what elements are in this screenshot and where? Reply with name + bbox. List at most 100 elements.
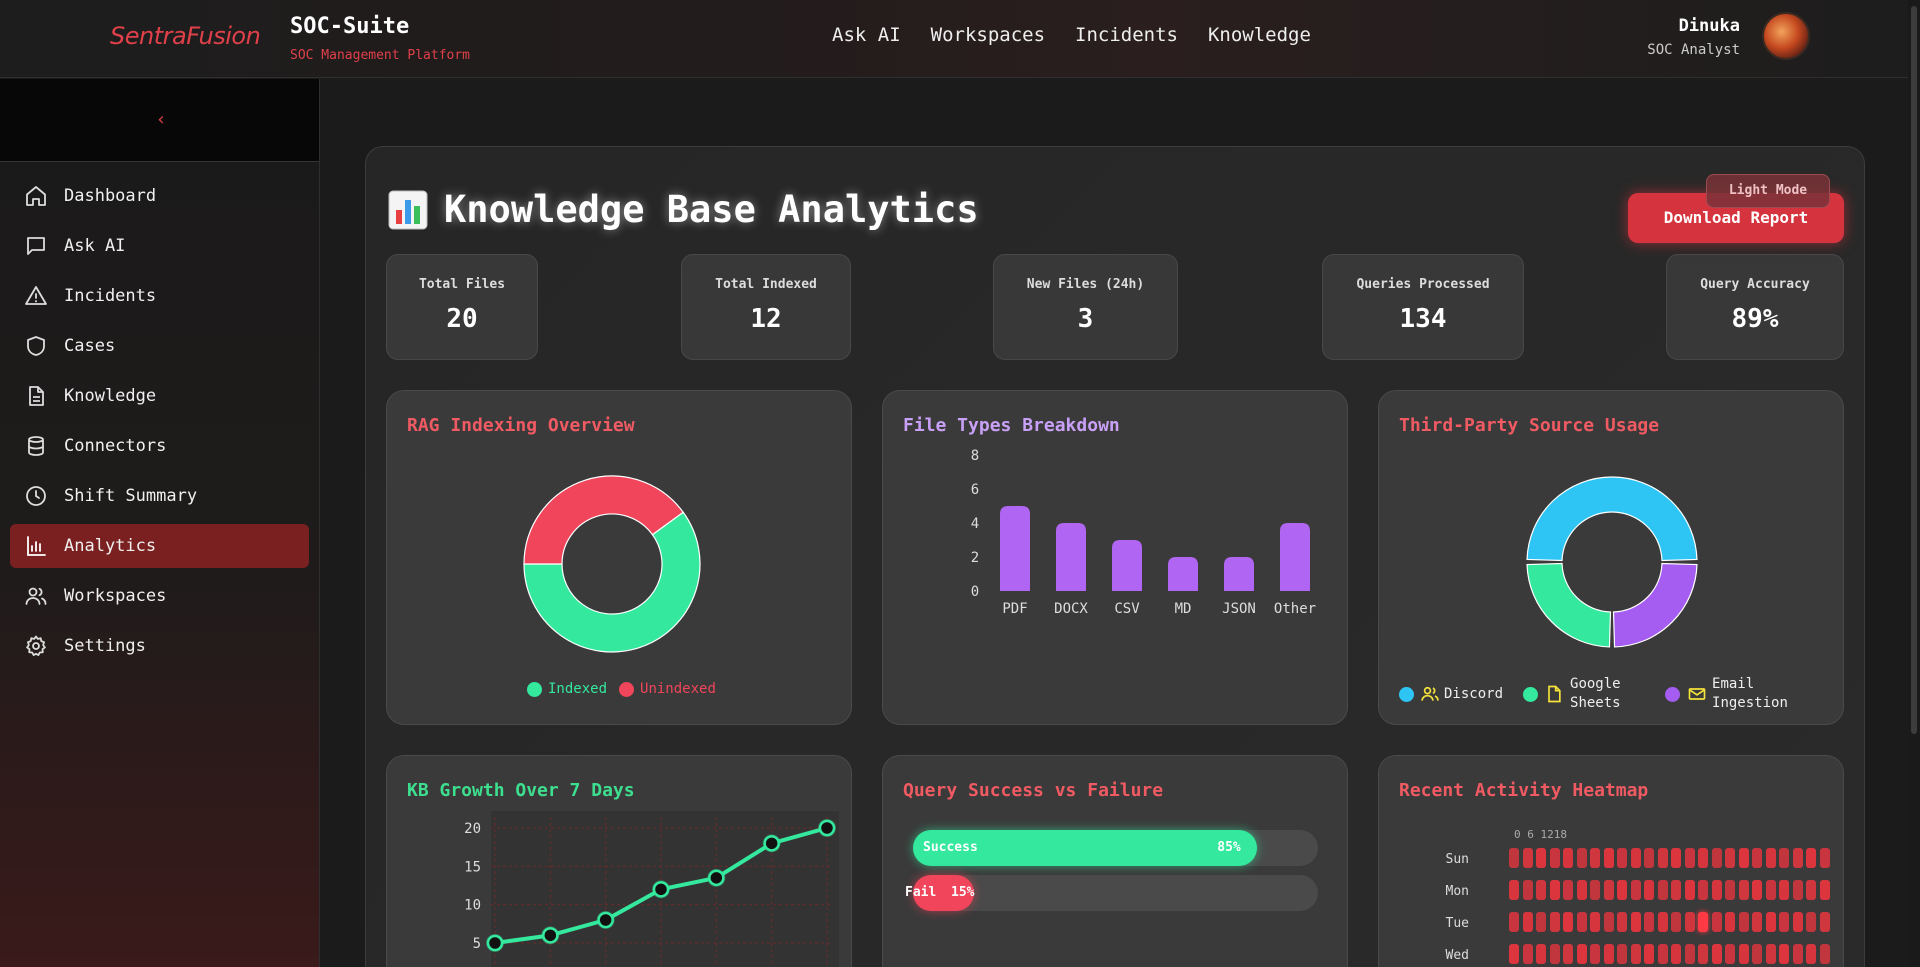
brand-logo[interactable]: SentraFusion	[110, 22, 261, 50]
heatmap-cell[interactable]	[1509, 848, 1519, 868]
sidebar-item-dashboard[interactable]: Dashboard	[10, 174, 309, 218]
heatmap-cell[interactable]	[1725, 848, 1735, 868]
light-mode-button[interactable]: Light Mode	[1706, 174, 1830, 208]
heatmap-cell[interactable]	[1671, 848, 1681, 868]
heatmap-cell[interactable]	[1630, 912, 1641, 932]
heatmap-cell[interactable]	[1576, 912, 1587, 932]
heatmap-cell[interactable]	[1711, 848, 1722, 868]
heatmap-cell[interactable]	[1603, 848, 1614, 868]
heatmap-cell[interactable]	[1603, 912, 1614, 932]
heatmap-cell[interactable]	[1806, 944, 1816, 964]
heatmap-cell[interactable]	[1779, 848, 1789, 868]
heatmap-cell[interactable]	[1698, 912, 1708, 932]
heatmap-cell[interactable]	[1630, 944, 1641, 964]
heatmap-cell[interactable]	[1522, 912, 1533, 932]
heatmap-cell[interactable]	[1752, 848, 1762, 868]
scrollbar-thumb[interactable]	[1911, 6, 1917, 734]
heatmap-cell[interactable]	[1590, 880, 1600, 900]
heatmap-cell[interactable]	[1779, 912, 1789, 932]
heatmap-cell[interactable]	[1711, 944, 1722, 964]
sidebar-item-settings[interactable]: Settings	[10, 624, 309, 668]
heatmap-cell[interactable]	[1563, 880, 1573, 900]
heatmap-cell[interactable]	[1536, 912, 1546, 932]
heatmap-cell[interactable]	[1536, 944, 1546, 964]
heatmap-cell[interactable]	[1536, 880, 1546, 900]
heatmap-cell[interactable]	[1630, 848, 1641, 868]
heatmap-cell[interactable]	[1819, 848, 1830, 868]
nav-workspaces[interactable]: Workspaces	[931, 24, 1045, 46]
heatmap-cell[interactable]	[1644, 912, 1654, 932]
heatmap-cell[interactable]	[1819, 880, 1830, 900]
heatmap-cell[interactable]	[1563, 944, 1573, 964]
heatmap-cell[interactable]	[1617, 848, 1627, 868]
heatmap-cell[interactable]	[1657, 848, 1668, 868]
heatmap-cell[interactable]	[1698, 944, 1708, 964]
heatmap-cell[interactable]	[1522, 848, 1533, 868]
heatmap-cell[interactable]	[1549, 880, 1560, 900]
avatar[interactable]	[1762, 12, 1810, 60]
heatmap-cell[interactable]	[1806, 912, 1816, 932]
heatmap-cell[interactable]	[1738, 880, 1749, 900]
heatmap-cell[interactable]	[1752, 880, 1762, 900]
heatmap-cell[interactable]	[1738, 944, 1749, 964]
heatmap-cell[interactable]	[1819, 944, 1830, 964]
heatmap-cell[interactable]	[1765, 880, 1776, 900]
heatmap-cell[interactable]	[1765, 912, 1776, 932]
heatmap-cell[interactable]	[1630, 880, 1641, 900]
heatmap-cell[interactable]	[1657, 944, 1668, 964]
heatmap-cell[interactable]	[1792, 848, 1803, 868]
heatmap-cell[interactable]	[1576, 848, 1587, 868]
heatmap-cell[interactable]	[1657, 912, 1668, 932]
sidebar-item-workspaces[interactable]: Workspaces	[10, 574, 309, 618]
heatmap-cell[interactable]	[1806, 880, 1816, 900]
heatmap-cell[interactable]	[1738, 848, 1749, 868]
sidebar-item-ask-ai[interactable]: Ask AI	[10, 224, 309, 268]
heatmap-cell[interactable]	[1617, 944, 1627, 964]
heatmap-cell[interactable]	[1671, 912, 1681, 932]
heatmap-cell[interactable]	[1590, 912, 1600, 932]
heatmap-cell[interactable]	[1590, 944, 1600, 964]
heatmap-cell[interactable]	[1617, 912, 1627, 932]
nav-ask-ai[interactable]: Ask AI	[832, 24, 901, 46]
horizontal-scrollbar[interactable]	[58, 962, 1910, 967]
heatmap-cell[interactable]	[1509, 944, 1519, 964]
heatmap-cell[interactable]	[1806, 848, 1816, 868]
heatmap-cell[interactable]	[1644, 880, 1654, 900]
heatmap-cell[interactable]	[1522, 880, 1533, 900]
heatmap-cell[interactable]	[1819, 912, 1830, 932]
heatmap-cell[interactable]	[1779, 944, 1789, 964]
heatmap-cell[interactable]	[1603, 880, 1614, 900]
sidebar-item-connectors[interactable]: Connectors	[10, 424, 309, 468]
heatmap-cell[interactable]	[1711, 912, 1722, 932]
heatmap-cell[interactable]	[1725, 944, 1735, 964]
nav-knowledge[interactable]: Knowledge	[1208, 24, 1311, 46]
heatmap-cell[interactable]	[1590, 848, 1600, 868]
sidebar-item-knowledge[interactable]: Knowledge	[10, 374, 309, 418]
heatmap-cell[interactable]	[1657, 880, 1668, 900]
heatmap-cell[interactable]	[1509, 912, 1519, 932]
heatmap-cell[interactable]	[1563, 848, 1573, 868]
heatmap-cell[interactable]	[1792, 944, 1803, 964]
sidebar-item-incidents[interactable]: Incidents	[10, 274, 309, 318]
heatmap-cell[interactable]	[1671, 944, 1681, 964]
heatmap-cell[interactable]	[1792, 880, 1803, 900]
heatmap-cell[interactable]	[1603, 944, 1614, 964]
heatmap-cell[interactable]	[1725, 912, 1735, 932]
heatmap-cell[interactable]	[1765, 944, 1776, 964]
heatmap-cell[interactable]	[1698, 848, 1708, 868]
heatmap-cell[interactable]	[1684, 912, 1695, 932]
heatmap-cell[interactable]	[1644, 944, 1654, 964]
heatmap-cell[interactable]	[1576, 880, 1587, 900]
heatmap-cell[interactable]	[1644, 848, 1654, 868]
heatmap-cell[interactable]	[1792, 912, 1803, 932]
heatmap-cell[interactable]	[1576, 944, 1587, 964]
heatmap-cell[interactable]	[1549, 944, 1560, 964]
sidebar-item-cases[interactable]: Cases	[10, 324, 309, 368]
heatmap-cell[interactable]	[1549, 912, 1560, 932]
heatmap-cell[interactable]	[1684, 880, 1695, 900]
vertical-scrollbar[interactable]	[1908, 0, 1920, 967]
heatmap-cell[interactable]	[1711, 880, 1722, 900]
heatmap-cell[interactable]	[1563, 912, 1573, 932]
heatmap-cell[interactable]	[1617, 880, 1627, 900]
heatmap-cell[interactable]	[1725, 880, 1735, 900]
